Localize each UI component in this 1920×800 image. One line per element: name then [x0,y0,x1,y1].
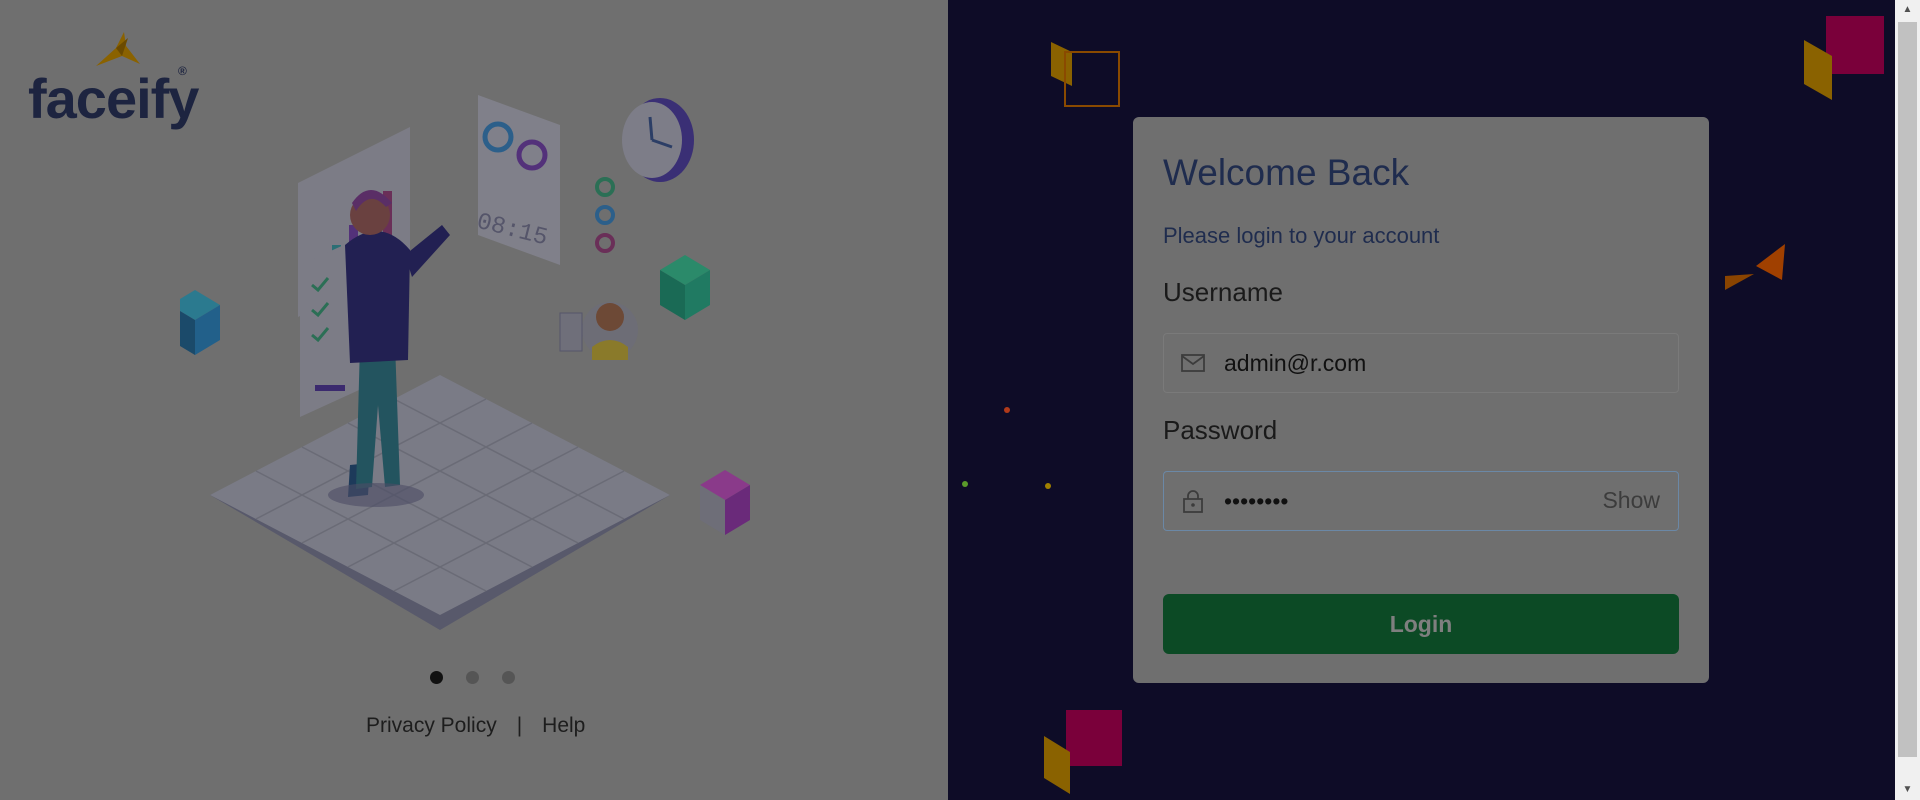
registered-mark: ® [178,64,187,78]
privacy-policy-link[interactable]: Privacy Policy [366,714,497,738]
password-label: Password [1163,415,1278,445]
username-value: admin@r.com [1224,350,1367,376]
login-card: Welcome Back Please login to your accoun… [1133,117,1709,683]
cube-blue [180,290,220,355]
page-scrollbar[interactable]: ▲ ▼ [1895,0,1920,800]
cube-green [660,255,710,320]
show-password-toggle[interactable]: Show [1602,487,1660,514]
wall-clock-icon [622,98,694,182]
username-label: Username [1163,277,1283,307]
carousel-dot-1[interactable] [430,671,443,684]
login-button[interactable]: Login [1163,594,1679,654]
password-field[interactable]: •••••••• Show [1163,471,1679,531]
avatar-illustration [559,302,638,360]
scroll-thumb[interactable] [1898,22,1917,757]
lock-icon [1183,490,1203,513]
login-subtitle: Please login to your account [1163,223,1440,248]
left-pane: faceify ® 08:15 Privacy Policy | Help [0,0,948,800]
footer-separator: | [516,714,523,737]
carousel-dot-3[interactable] [502,671,515,684]
cube-magenta [700,470,750,535]
carousel-dot-2[interactable] [466,671,479,684]
scroll-up-icon[interactable]: ▲ [1895,0,1920,20]
scroll-down-icon[interactable]: ▼ [1895,780,1920,800]
login-title: Welcome Back [1163,152,1410,193]
username-field[interactable]: admin@r.com [1163,333,1679,393]
dashboard-illustration: 08:15 [180,95,750,630]
bird-logo-icon [96,32,140,66]
carousel-dots [430,671,515,684]
envelope-icon [1181,354,1205,372]
logo-wordmark: faceify [28,67,199,130]
footer-links: Privacy Policy | Help [366,714,585,738]
faceify-logo: faceify ® [28,30,199,130]
help-link[interactable]: Help [542,714,585,738]
password-value: •••••••• [1224,488,1289,514]
